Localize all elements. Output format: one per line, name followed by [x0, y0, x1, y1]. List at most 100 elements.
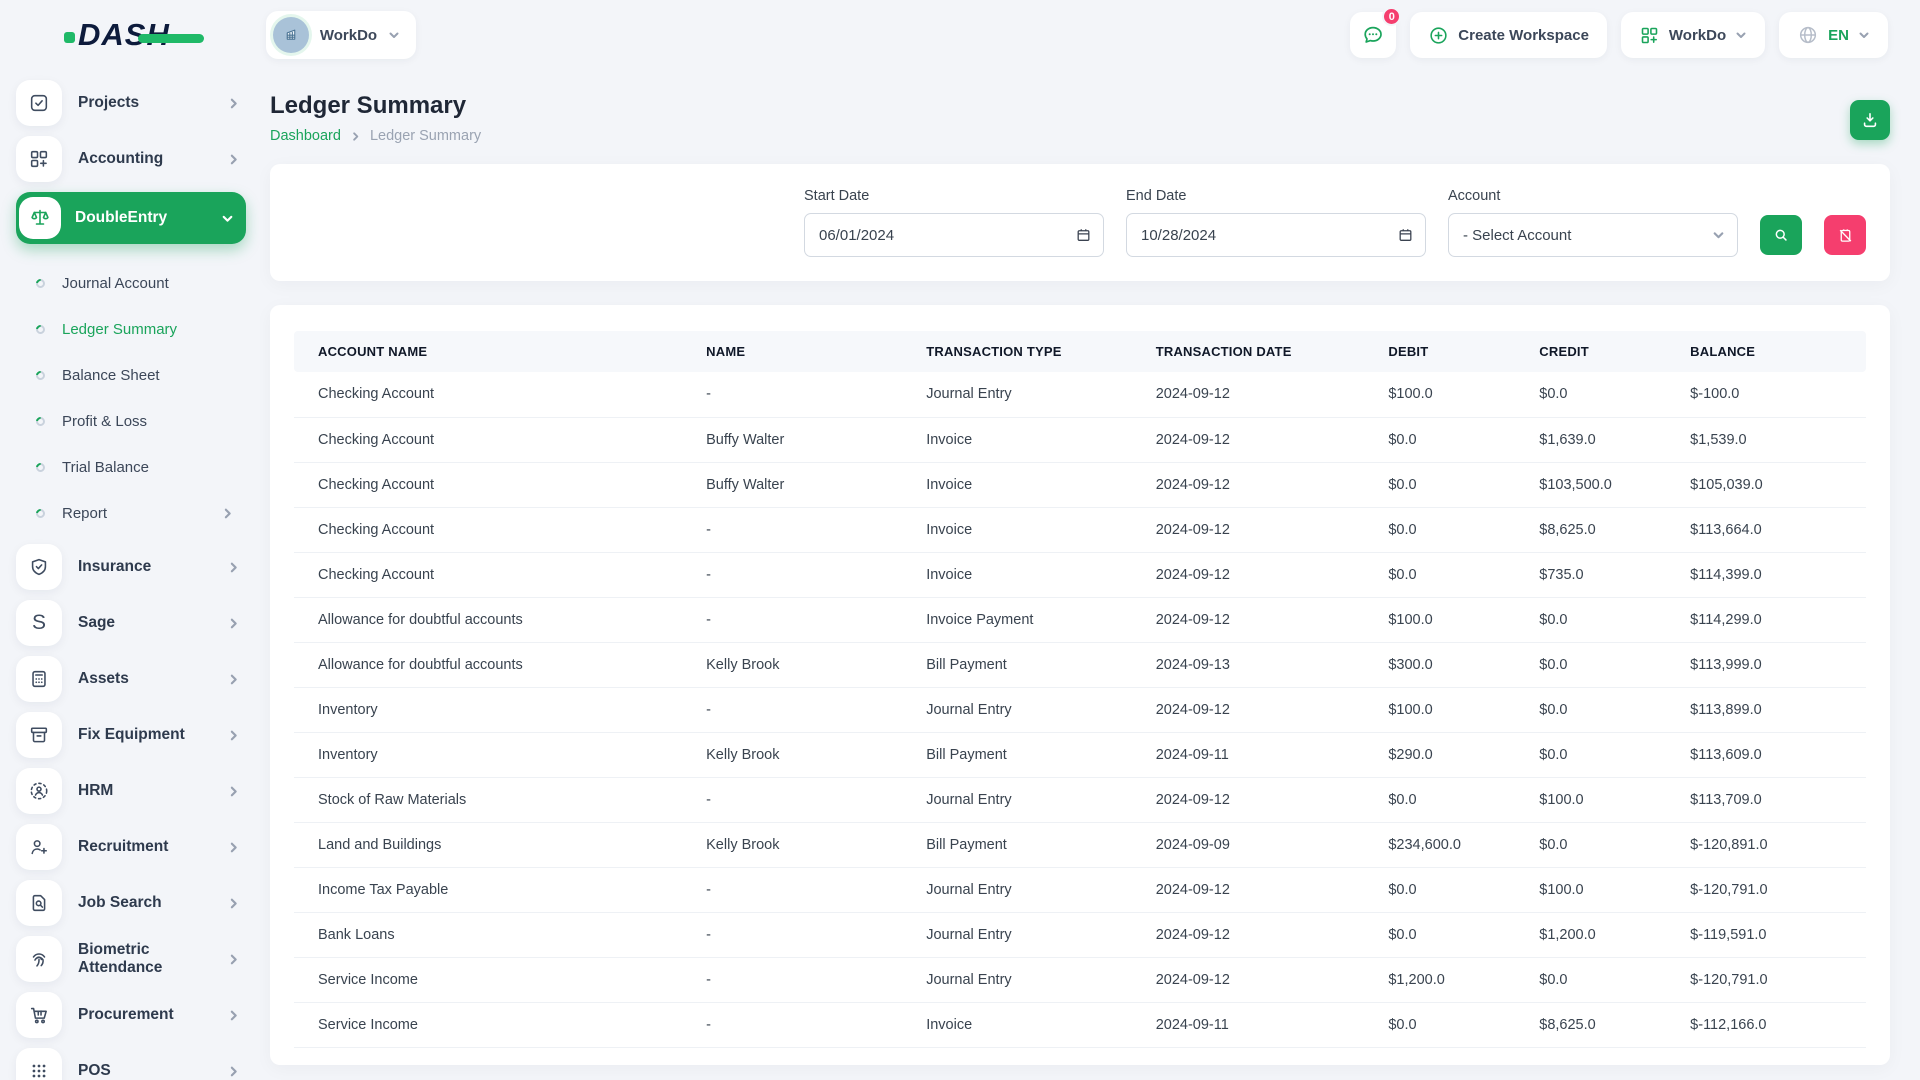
search-button[interactable] — [1760, 215, 1802, 255]
cell-debit: $0.0 — [1372, 1002, 1523, 1047]
cell-debit: $290.0 — [1372, 732, 1523, 777]
table-row: Inventory Kelly Brook Bill Payment 2024-… — [294, 732, 1866, 777]
sidebar-subitem-balance-sheet[interactable]: Balance Sheet — [16, 352, 246, 398]
cell-account-name: Stock of Raw Materials — [294, 777, 690, 822]
cell-debit: $0.0 — [1372, 867, 1523, 912]
cell-credit: $1,639.0 — [1523, 417, 1674, 462]
cart-icon — [16, 992, 62, 1038]
breadcrumb-dashboard-link[interactable]: Dashboard — [270, 128, 341, 144]
sidebar-item-accounting[interactable]: Accounting — [16, 136, 246, 182]
sidebar-item-hrm[interactable]: HRM — [16, 768, 246, 814]
sidebar-item-job-search[interactable]: Job Search — [16, 880, 246, 926]
ledger-table: ACCOUNT NAME NAME TRANSACTION TYPE TRANS… — [294, 331, 1866, 1048]
sidebar-item-sage[interactable]: S Sage — [16, 600, 246, 646]
sidebar-subitem-ledger-summary[interactable]: Ledger Summary — [16, 306, 246, 352]
messages-button[interactable]: 0 — [1350, 12, 1396, 58]
cell-name: - — [690, 867, 910, 912]
cell-credit: $0.0 — [1523, 597, 1674, 642]
cell-account-name: Checking Account — [294, 372, 690, 417]
sidebar-subitem-profit-loss[interactable]: Profit & Loss — [16, 398, 246, 444]
sidebar-item-biometric-attendance[interactable]: Biometric Attendance — [16, 936, 246, 982]
cell-credit: $100.0 — [1523, 777, 1674, 822]
end-date-input[interactable] — [1126, 213, 1426, 257]
cell-credit: $0.0 — [1523, 642, 1674, 687]
sidebar-item-insurance[interactable]: Insurance — [16, 544, 246, 590]
col-transaction-type: TRANSACTION TYPE — [910, 331, 1140, 372]
sidebar-item-label: Insurance — [78, 558, 227, 576]
filter-panel: Start Date End Date Account - Select Acc… — [270, 164, 1890, 281]
workdo-menu-button[interactable]: WorkDo — [1621, 12, 1765, 58]
chevron-down-icon — [1858, 29, 1870, 41]
cell-account-name: Checking Account — [294, 507, 690, 552]
sidebar-item-projects[interactable]: Projects — [16, 80, 246, 126]
cell-debit: $0.0 — [1372, 552, 1523, 597]
cell-credit: $735.0 — [1523, 552, 1674, 597]
col-name: NAME — [690, 331, 910, 372]
sidebar-item-pos[interactable]: POS — [16, 1048, 246, 1080]
bullet-icon — [34, 507, 47, 520]
account-select-value: - Select Account — [1463, 227, 1571, 244]
start-date-input[interactable] — [804, 213, 1104, 257]
cell-debit: $1,200.0 — [1372, 957, 1523, 1002]
cell-transaction-type: Invoice Payment — [910, 597, 1140, 642]
table-row: Bank Loans - Journal Entry 2024-09-12 $0… — [294, 912, 1866, 957]
cell-balance: $113,664.0 — [1674, 507, 1866, 552]
cell-credit: $103,500.0 — [1523, 462, 1674, 507]
cell-name: - — [690, 777, 910, 822]
cell-name: Buffy Walter — [690, 462, 910, 507]
cell-account-name: Allowance for doubtful accounts — [294, 642, 690, 687]
cell-transaction-type: Journal Entry — [910, 777, 1140, 822]
download-icon — [1860, 110, 1880, 130]
download-button[interactable] — [1850, 100, 1890, 140]
cell-transaction-date: 2024-09-12 — [1140, 462, 1373, 507]
create-workspace-button[interactable]: Create Workspace — [1410, 12, 1607, 58]
cell-credit: $0.0 — [1523, 372, 1674, 417]
cell-account-name: Service Income — [294, 1002, 690, 1047]
workspace-selector[interactable]: WorkDo — [266, 11, 416, 59]
cell-credit: $0.0 — [1523, 687, 1674, 732]
cell-name: Kelly Brook — [690, 822, 910, 867]
language-selector[interactable]: EN — [1779, 12, 1888, 58]
cell-credit: $8,625.0 — [1523, 507, 1674, 552]
cell-transaction-date: 2024-09-12 — [1140, 597, 1373, 642]
end-date-label: End Date — [1126, 188, 1426, 204]
cell-credit: $8,625.0 — [1523, 1002, 1674, 1047]
sidebar-item-procurement[interactable]: Procurement — [16, 992, 246, 1038]
bullet-icon — [34, 369, 47, 382]
cell-account-name: Allowance for doubtful accounts — [294, 597, 690, 642]
balance-scale-icon — [19, 197, 61, 239]
cell-transaction-date: 2024-09-12 — [1140, 372, 1373, 417]
document-search-icon — [16, 880, 62, 926]
sidebar-subitem-label: Journal Account — [62, 275, 246, 292]
sidebar-item-doubleentry[interactable]: DoubleEntry — [16, 192, 246, 244]
chevron-down-icon — [1712, 229, 1725, 242]
chevron-down-icon — [221, 212, 234, 225]
reset-filter-button[interactable] — [1824, 215, 1866, 255]
table-row: Checking Account - Invoice 2024-09-12 $0… — [294, 507, 1866, 552]
cell-debit: $100.0 — [1372, 687, 1523, 732]
chevron-right-icon — [350, 131, 361, 142]
sidebar-item-recruitment[interactable]: Recruitment — [16, 824, 246, 870]
cell-balance: $105,039.0 — [1674, 462, 1866, 507]
chevron-right-icon — [227, 1065, 240, 1078]
sidebar-subitem-label: Profit & Loss — [62, 413, 246, 430]
sidebar-item-label: Job Search — [78, 894, 227, 912]
sidebar-subitem-report[interactable]: Report — [16, 490, 246, 536]
account-field: Account - Select Account — [1448, 188, 1738, 257]
account-select[interactable]: - Select Account — [1448, 213, 1738, 257]
sidebar-item-fix-equipment[interactable]: Fix Equipment — [16, 712, 246, 758]
plus-circle-icon — [1428, 25, 1449, 46]
sidebar-item-assets[interactable]: Assets — [16, 656, 246, 702]
cell-account-name: Inventory — [294, 687, 690, 732]
sidebar-item-label: Accounting — [78, 150, 227, 168]
cell-transaction-type: Invoice — [910, 1002, 1140, 1047]
cell-debit: $300.0 — [1372, 642, 1523, 687]
table-row: Inventory - Journal Entry 2024-09-12 $10… — [294, 687, 1866, 732]
cell-balance: $113,709.0 — [1674, 777, 1866, 822]
top-header: DASH WorkDo 0 Create — [0, 0, 1920, 70]
chevron-right-icon — [227, 1009, 240, 1022]
sidebar-subitem-journal-account[interactable]: Journal Account — [16, 260, 246, 306]
cell-debit: $100.0 — [1372, 372, 1523, 417]
col-credit: CREDIT — [1523, 331, 1674, 372]
sidebar-subitem-trial-balance[interactable]: Trial Balance — [16, 444, 246, 490]
